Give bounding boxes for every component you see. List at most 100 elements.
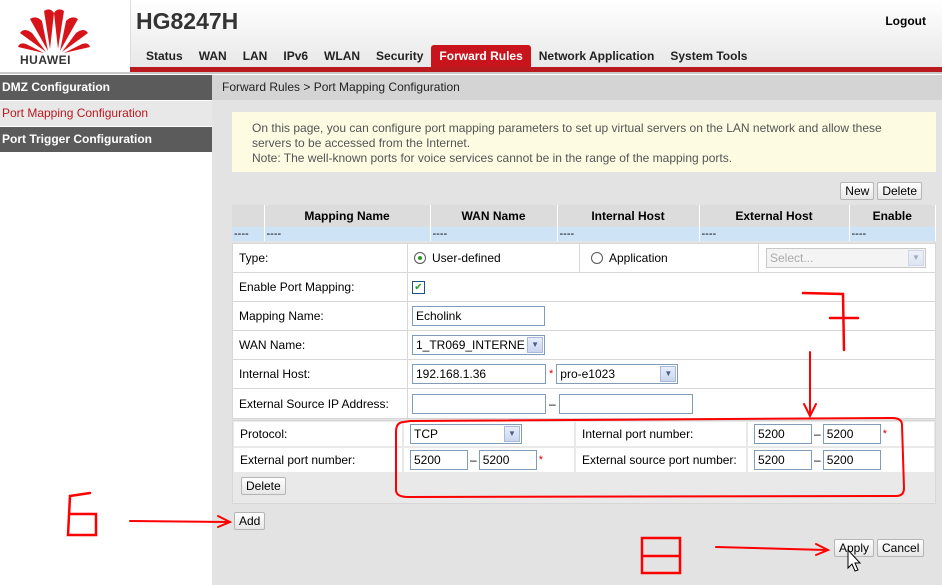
internal-host-input[interactable]: 192.168.1.36 (412, 364, 546, 384)
application-select[interactable]: Select... ▼ (766, 248, 926, 268)
type-user-defined-option[interactable]: User-defined (408, 244, 580, 272)
wan-name-row: WAN Name: 1_TR069_INTERNE ▼ (233, 331, 935, 360)
port-row-2: External port number: 5200 – 5200 * Exte… (233, 447, 935, 473)
external-source-port-start-input[interactable]: 5200 (754, 450, 812, 470)
cancel-button[interactable]: Cancel (877, 539, 925, 557)
model-name: HG8247H (136, 8, 239, 34)
main-content: Forward Rules > Port Mapping Configurati… (212, 75, 942, 585)
table-cell: ---- (264, 227, 431, 241)
user-defined-radio[interactable] (414, 252, 426, 264)
protocol-cell: TCP ▼ (404, 422, 574, 446)
delete-button[interactable]: Delete (877, 182, 922, 200)
external-port-cell: 5200 – 5200 * (404, 448, 574, 472)
info-notice: On this page, you can configure port map… (232, 112, 936, 172)
external-source-ip-label: External Source IP Address: (233, 389, 408, 418)
table-cell: ---- (232, 227, 265, 241)
sidebar-item-port-mapping[interactable]: Port Mapping Configuration (0, 101, 212, 126)
table-cell: ---- (430, 227, 558, 241)
type-label: Type: (233, 244, 408, 272)
port-row-3: Delete (233, 473, 935, 499)
sidebar-item-dmz[interactable]: DMZ Configuration (0, 75, 212, 100)
top-nav: Status WAN LAN IPv6 WLAN Security Forwar… (138, 45, 755, 67)
logout-link[interactable]: Logout (885, 14, 926, 28)
table-row[interactable]: ---- ---- ---- ---- ---- ---- (232, 227, 936, 241)
protocol-select-value: TCP (414, 427, 438, 441)
type-options: User-defined Application Select... ▼ (408, 244, 935, 272)
table-toolbar: New Delete (840, 182, 922, 200)
external-source-ip-start-input[interactable] (412, 393, 546, 414)
application-radio[interactable] (591, 252, 603, 264)
nav-status[interactable]: Status (138, 45, 191, 67)
internal-host-row: Internal Host: 192.168.1.36 * pro-e1023 … (233, 360, 935, 389)
port-row-1: Protocol: TCP ▼ Internal port number: 52… (233, 421, 935, 447)
column-header-select (232, 205, 265, 227)
range-separator: – (549, 396, 556, 411)
type-row: Type: User-defined Application Select...… (233, 244, 935, 273)
add-button[interactable]: Add (234, 512, 266, 530)
external-port-start-input[interactable]: 5200 (410, 450, 468, 470)
internal-port-start-input[interactable]: 5200 (754, 424, 812, 444)
internal-host-device-value: pro-e1023 (560, 367, 615, 381)
new-button[interactable]: New (840, 182, 875, 200)
port-mapping-form: Type: User-defined Application Select...… (232, 243, 936, 419)
required-marker: * (538, 454, 543, 466)
internal-port-cell: 5200 – 5200 * (748, 422, 934, 446)
table-cell: ---- (699, 227, 850, 241)
column-header-external-host: External Host (699, 205, 850, 227)
wan-name-select-value: 1_TR069_INTERNE (416, 338, 525, 352)
internal-host-device-select[interactable]: pro-e1023 ▼ (556, 364, 679, 384)
range-separator: – (814, 453, 821, 467)
external-source-port-end-input[interactable]: 5200 (822, 450, 881, 470)
notice-text: On this page, you can configure port map… (252, 121, 882, 150)
nav-wlan[interactable]: WLAN (316, 45, 368, 67)
internal-host-value: 192.168.1.36 * pro-e1023 ▼ (408, 360, 935, 388)
type-application-option[interactable]: Application (583, 244, 759, 272)
range-separator: – (814, 427, 821, 441)
protocol-select[interactable]: TCP ▼ (410, 424, 522, 444)
wan-name-value: 1_TR069_INTERNE ▼ (408, 331, 935, 359)
brand-name: HUAWEI (20, 53, 71, 67)
internal-port-label: Internal port number: (576, 422, 746, 446)
header: HUAWEI HG8247H Logout Status WAN LAN IPv… (0, 0, 942, 75)
sidebar: DMZ Configuration Port Mapping Configura… (0, 75, 212, 585)
port-mapping-table: Mapping Name WAN Name Internal Host Exte… (232, 205, 936, 241)
chevron-down-icon: ▼ (527, 337, 543, 353)
apply-button[interactable]: Apply (834, 539, 875, 557)
mapping-name-input[interactable]: Echolink (412, 306, 545, 326)
table-cell: ---- (849, 227, 936, 241)
enable-port-mapping-checkbox[interactable]: ✔ (412, 280, 425, 294)
table-cell: ---- (557, 227, 700, 241)
external-source-port-label: External source port number: (576, 448, 746, 472)
column-header-enable: Enable (849, 205, 936, 227)
nav-network-application[interactable]: Network Application (531, 45, 663, 67)
notice-note: Note: The well-known ports for voice ser… (252, 151, 733, 165)
user-defined-label: User-defined (432, 251, 501, 265)
column-header-mapping-name: Mapping Name (264, 205, 431, 227)
port-delete-button[interactable]: Delete (241, 477, 286, 495)
wan-name-select[interactable]: 1_TR069_INTERNE ▼ (412, 335, 545, 355)
internal-host-label: Internal Host: (233, 360, 408, 388)
column-header-wan-name: WAN Name (430, 205, 558, 227)
chevron-down-icon: ▼ (660, 366, 677, 382)
external-source-port-cell: 5200 – 5200 (748, 448, 934, 472)
nav-system-tools[interactable]: System Tools (662, 45, 755, 67)
application-select-wrap: Select... ▼ (762, 248, 926, 268)
port-settings-box: Protocol: TCP ▼ Internal port number: 52… (232, 420, 936, 504)
required-marker: * (549, 368, 554, 380)
wan-name-label: WAN Name: (233, 331, 408, 359)
external-source-ip-end-input[interactable] (558, 393, 693, 414)
enable-row: Enable Port Mapping: ✔ (233, 273, 935, 302)
external-port-end-input[interactable]: 5200 (478, 450, 537, 470)
internal-port-end-input[interactable]: 5200 (822, 424, 881, 444)
enable-label: Enable Port Mapping: (233, 273, 408, 301)
protocol-label: Protocol: (234, 422, 402, 446)
nav-ipv6[interactable]: IPv6 (275, 45, 316, 67)
sidebar-item-port-trigger[interactable]: Port Trigger Configuration (0, 127, 212, 152)
nav-wan[interactable]: WAN (191, 45, 235, 67)
nav-forward-rules[interactable]: Forward Rules (431, 45, 531, 67)
mapping-name-label: Mapping Name: (233, 302, 408, 330)
nav-lan[interactable]: LAN (235, 45, 276, 67)
external-source-ip-row: External Source IP Address: – (233, 389, 935, 418)
header-divider (0, 72, 942, 74)
nav-security[interactable]: Security (368, 45, 431, 67)
